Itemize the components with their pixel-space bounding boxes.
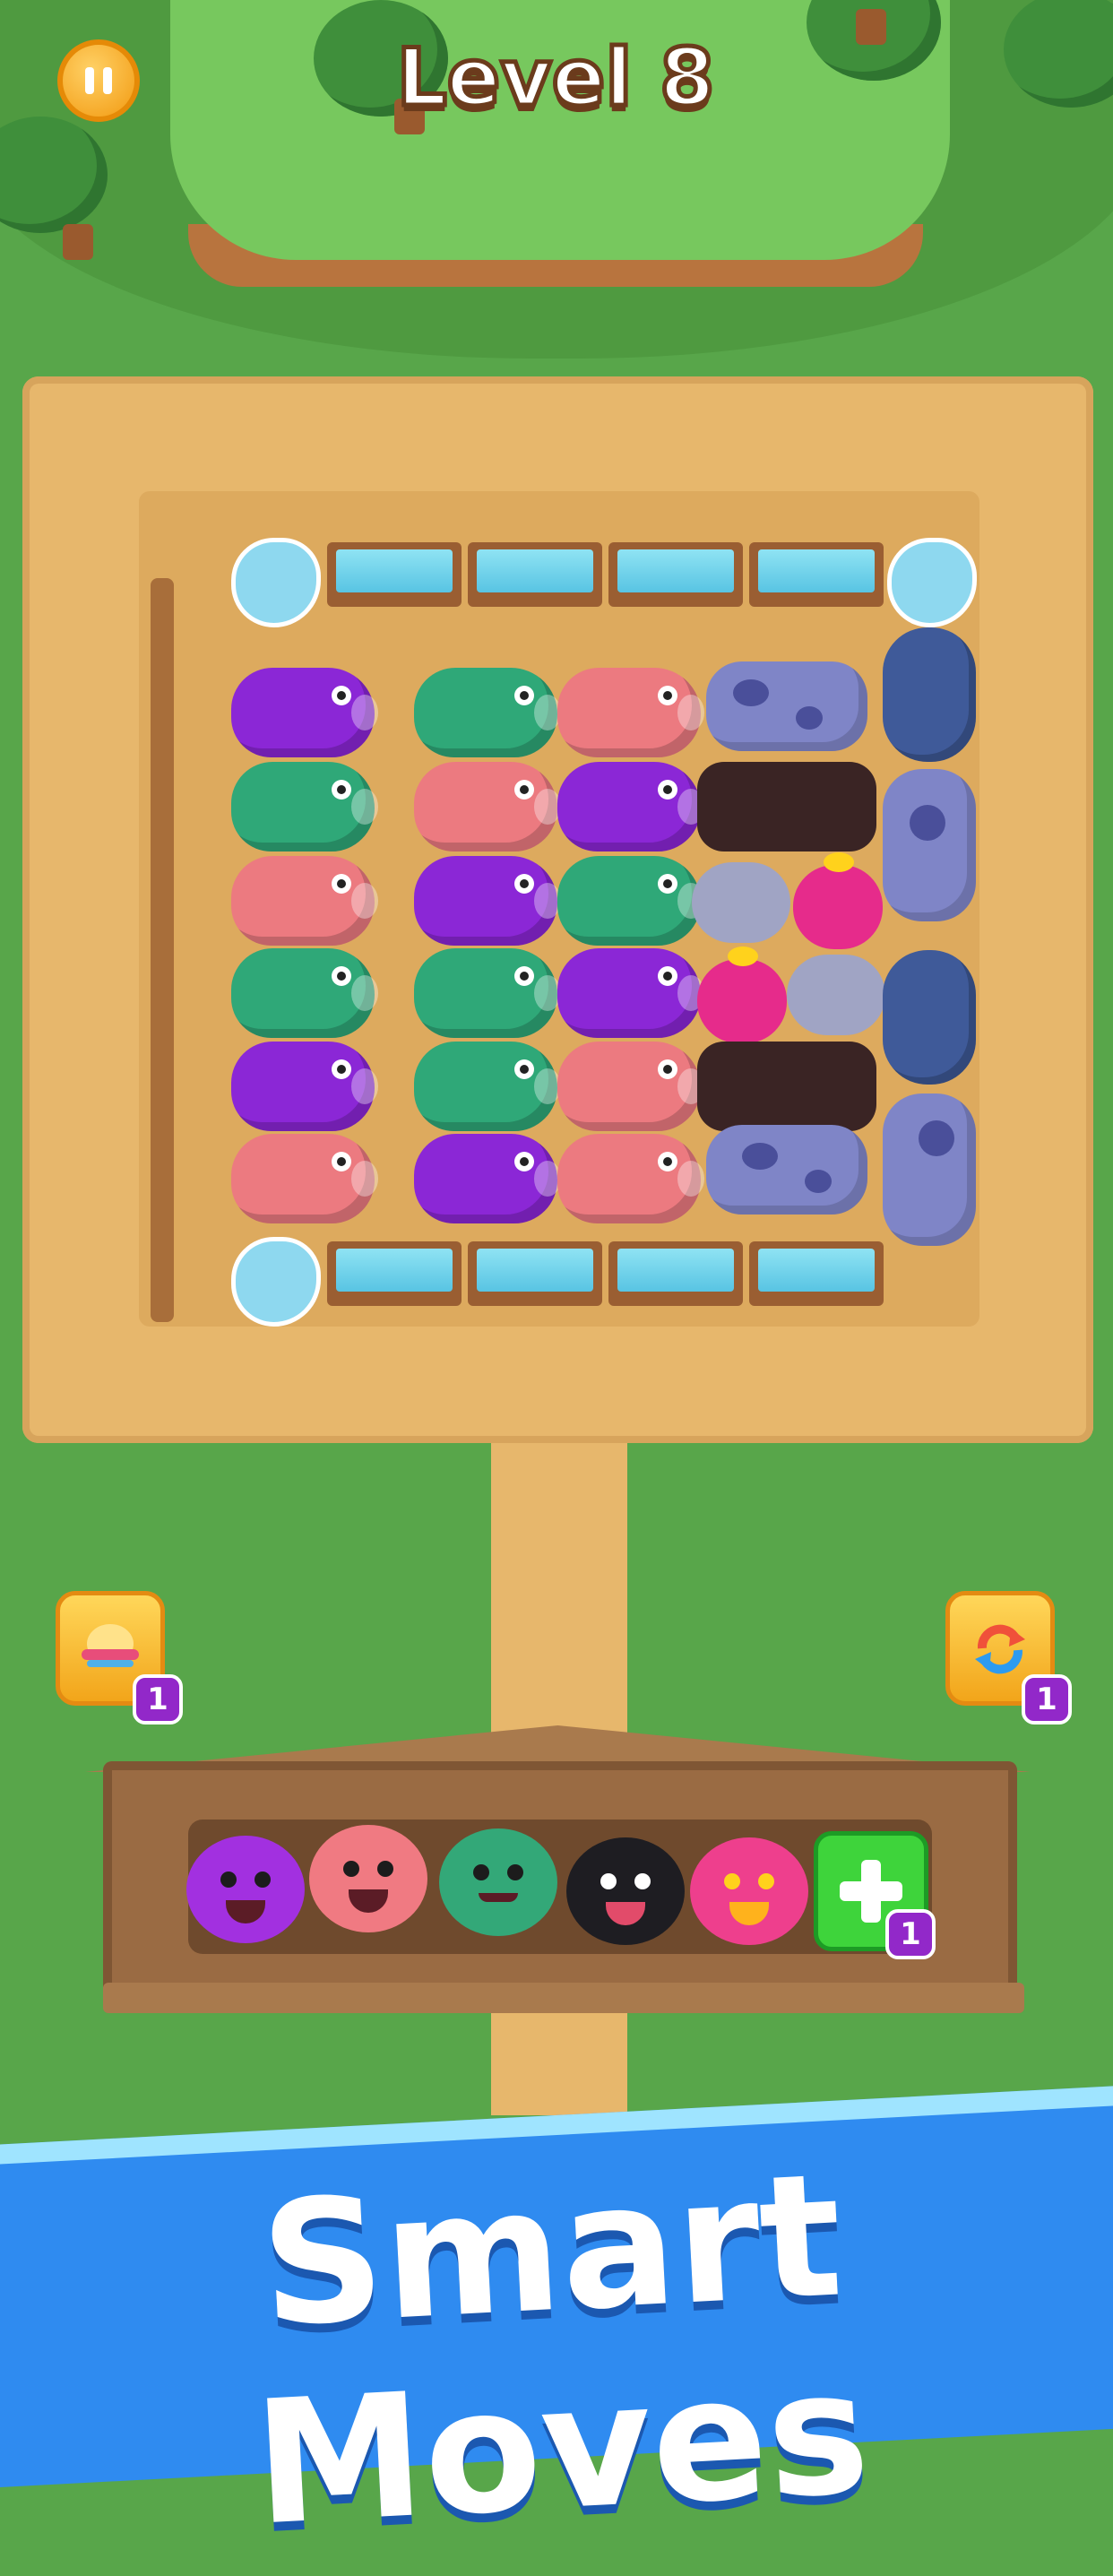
water-trough [749, 542, 884, 607]
green-pig[interactable] [414, 948, 561, 1038]
cow[interactable] [883, 1094, 976, 1246]
tree-trunk [63, 224, 93, 260]
tree-trunk [856, 9, 886, 45]
pause-icon [85, 67, 94, 94]
rabbit[interactable] [787, 955, 885, 1035]
add-slot-count: 1 [885, 1909, 936, 1959]
pause-button[interactable] [57, 39, 140, 122]
pink-chicken-face [690, 1837, 808, 1945]
pink-pig[interactable] [557, 668, 704, 757]
purple-pig[interactable] [414, 856, 561, 946]
green-pig-face [439, 1828, 557, 1936]
pink-chicken[interactable] [697, 947, 787, 1043]
shelf-base [103, 1983, 1024, 2013]
water-trough [608, 1241, 743, 1306]
cow[interactable] [883, 769, 976, 921]
water-trough [468, 1241, 602, 1306]
fence-rail [151, 578, 174, 1322]
banner-title: Smart Moves [249, 2136, 874, 2563]
purple-pig-face [186, 1836, 305, 1943]
water-trough [327, 542, 462, 607]
green-pig[interactable] [414, 1042, 561, 1131]
purple-pig[interactable] [414, 1134, 561, 1223]
pink-pig[interactable] [231, 856, 378, 946]
level-title: Level 8 [394, 30, 717, 126]
purple-pig[interactable] [231, 668, 378, 757]
water-trough [468, 542, 602, 607]
green-pig[interactable] [557, 856, 704, 946]
water-trough [608, 542, 743, 607]
shuffle-booster-count: 1 [1022, 1674, 1072, 1725]
rabbit[interactable] [692, 862, 790, 943]
hat-booster-count: 1 [133, 1674, 183, 1725]
bull[interactable] [697, 1042, 876, 1131]
pink-chicken[interactable] [793, 852, 883, 949]
black-sheep-face [566, 1837, 685, 1945]
green-pig[interactable] [231, 762, 378, 851]
pink-pig-face [309, 1825, 427, 1932]
water-trough [327, 1241, 462, 1306]
purple-pig[interactable] [231, 1042, 378, 1131]
pink-pig[interactable] [414, 762, 561, 851]
sheep[interactable] [883, 627, 976, 762]
shuffle-icon [975, 1624, 1025, 1674]
pink-pig[interactable] [231, 1134, 378, 1223]
pink-pig[interactable] [557, 1134, 704, 1223]
green-pig[interactable] [231, 948, 378, 1038]
bull[interactable] [697, 762, 876, 851]
magnet-hat-icon [82, 1624, 139, 1667]
green-pig[interactable] [414, 668, 561, 757]
sheep[interactable] [883, 950, 976, 1085]
pink-pig[interactable] [557, 1042, 704, 1131]
purple-pig[interactable] [557, 948, 704, 1038]
cow[interactable] [706, 661, 867, 751]
purple-pig[interactable] [557, 762, 704, 851]
cow[interactable] [706, 1125, 867, 1215]
water-trough [749, 1241, 884, 1306]
